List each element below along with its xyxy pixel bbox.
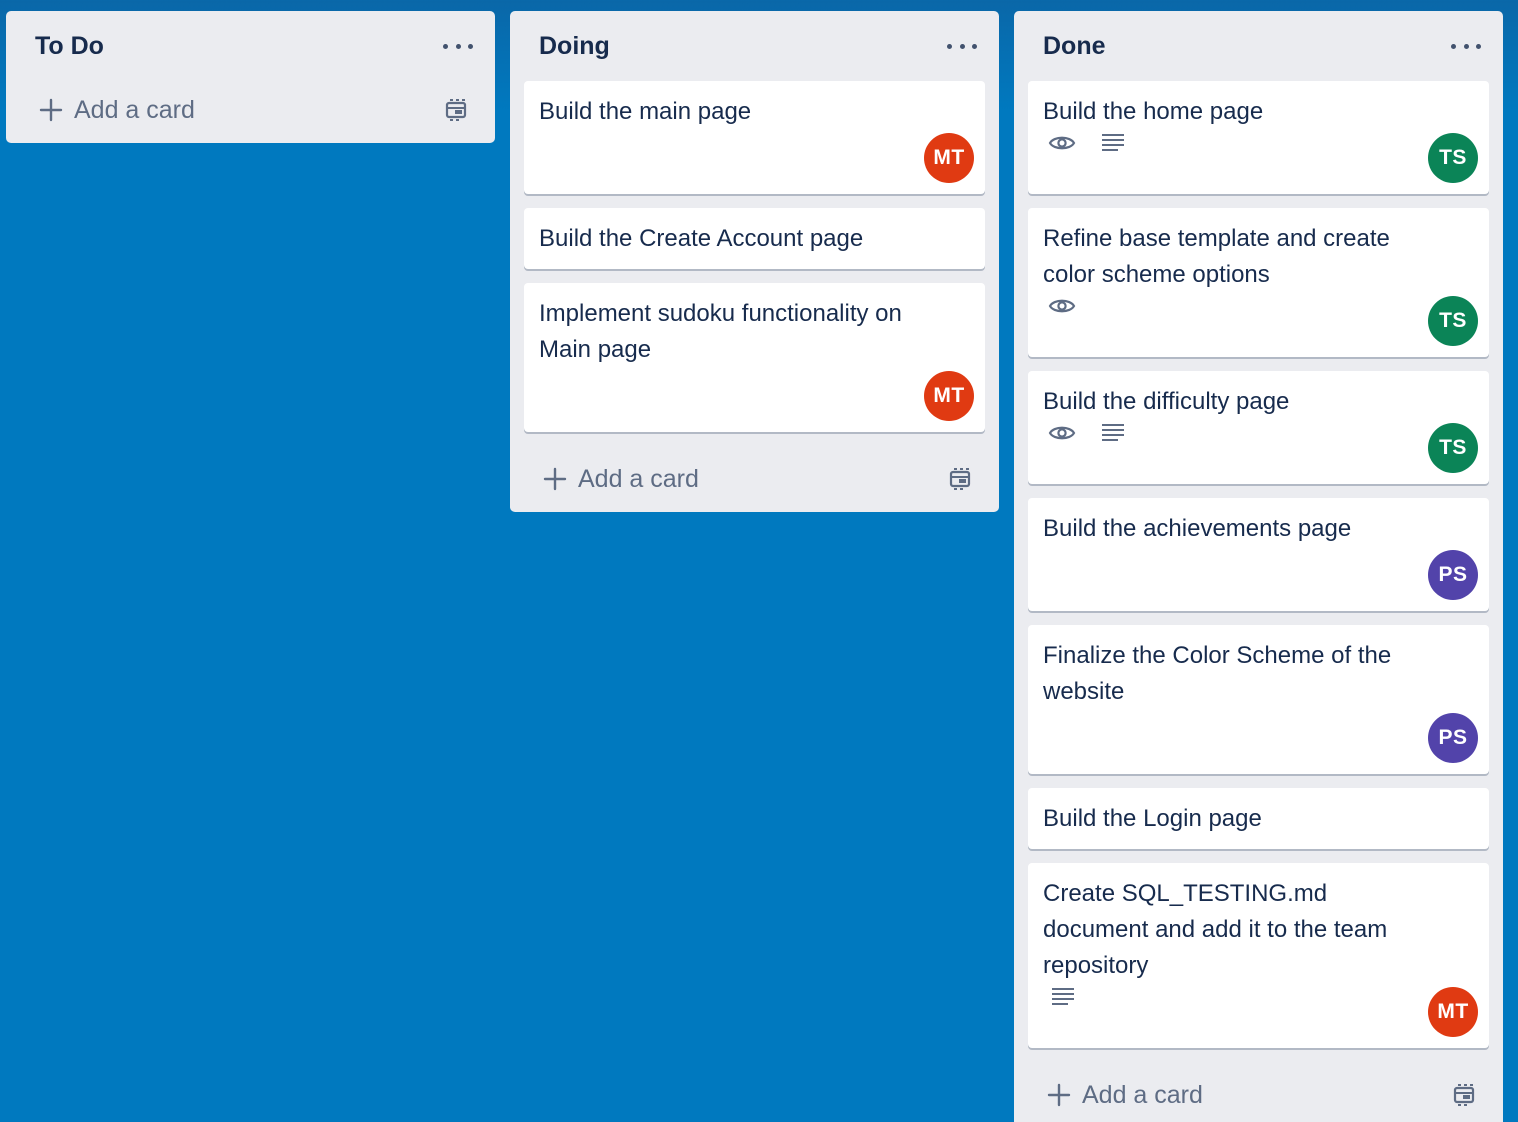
card-list: Build the home page TS Refine base templat… bbox=[1014, 81, 1503, 1048]
card-title: Create SQL_TESTING.md document and add i… bbox=[1043, 880, 1388, 979]
list-doing: Doing Build the main page MT Build the Crea… bbox=[510, 11, 999, 512]
card[interactable]: Build the Create Account page bbox=[524, 208, 985, 269]
list-title[interactable]: To Do bbox=[35, 31, 104, 61]
add-card-label: Add a card bbox=[578, 465, 699, 493]
card-badges bbox=[539, 368, 925, 420]
card-title: Build the Create Account page bbox=[539, 225, 864, 252]
card-title: Finalize the Color Scheme of the website bbox=[1043, 642, 1392, 705]
card-badges bbox=[539, 130, 925, 182]
card[interactable]: Build the main page MT bbox=[524, 81, 985, 194]
list-title[interactable]: Done bbox=[1043, 31, 1106, 61]
eye-icon bbox=[1048, 422, 1076, 444]
card[interactable]: Finalize the Color Scheme of the website… bbox=[1028, 625, 1489, 774]
card-title: Build the main page bbox=[539, 98, 752, 125]
card-list: Build the main page MT Build the Create Ac… bbox=[510, 81, 999, 432]
add-card-button[interactable]: Add a card bbox=[6, 77, 495, 143]
avatar[interactable]: PS bbox=[1428, 713, 1478, 763]
card-template-icon[interactable] bbox=[947, 466, 973, 492]
card-title: Build the Login page bbox=[1043, 805, 1262, 832]
card[interactable]: Build the difficulty page TS bbox=[1028, 371, 1489, 484]
card-badges bbox=[1043, 710, 1429, 762]
card-badges bbox=[1043, 420, 1429, 472]
card[interactable]: Build the home page TS bbox=[1028, 81, 1489, 194]
list-title[interactable]: Doing bbox=[539, 31, 610, 61]
more-horizontal-icon[interactable] bbox=[1451, 33, 1481, 59]
card-template-icon[interactable] bbox=[443, 97, 469, 123]
avatar[interactable]: TS bbox=[1428, 133, 1478, 183]
list-header: To Do bbox=[6, 11, 495, 81]
card[interactable]: Create SQL_TESTING.md document and add i… bbox=[1028, 863, 1489, 1048]
add-card-button[interactable]: Add a card bbox=[510, 446, 999, 512]
card[interactable]: Implement sudoku functionality on Main p… bbox=[524, 283, 985, 432]
plus-icon bbox=[1047, 1083, 1071, 1107]
add-card-label: Add a card bbox=[74, 96, 195, 124]
list-to-do: To Do Add a card bbox=[6, 11, 495, 143]
list-header: Doing bbox=[510, 11, 999, 81]
avatar[interactable]: TS bbox=[1428, 296, 1478, 346]
description-lines-icon bbox=[1099, 422, 1127, 444]
description-lines-icon bbox=[1099, 132, 1127, 154]
card-title: Build the difficulty page bbox=[1043, 388, 1290, 415]
list-header: Done bbox=[1014, 11, 1503, 81]
card[interactable]: Build the Login page bbox=[1028, 788, 1489, 849]
add-card-label: Add a card bbox=[1082, 1081, 1203, 1109]
card-title: Implement sudoku functionality on Main p… bbox=[539, 300, 902, 363]
description-lines-icon bbox=[1049, 986, 1077, 1008]
avatar[interactable]: MT bbox=[1428, 987, 1478, 1037]
more-horizontal-icon[interactable] bbox=[947, 33, 977, 59]
avatar[interactable]: MT bbox=[924, 371, 974, 421]
card-badges bbox=[1043, 293, 1429, 345]
plus-icon bbox=[543, 467, 567, 491]
eye-icon bbox=[1048, 132, 1076, 154]
card-badges bbox=[1043, 547, 1429, 599]
list-done: Done Build the home page TS Refine base tem… bbox=[1014, 11, 1503, 1122]
avatar[interactable]: MT bbox=[924, 133, 974, 183]
card-title: Build the home page bbox=[1043, 98, 1264, 125]
eye-icon bbox=[1048, 295, 1076, 317]
avatar[interactable]: PS bbox=[1428, 550, 1478, 600]
card[interactable]: Build the achievements page PS bbox=[1028, 498, 1489, 611]
card-badges bbox=[1043, 130, 1429, 182]
card-badges bbox=[1043, 984, 1429, 1036]
card[interactable]: Refine base template and create color sc… bbox=[1028, 208, 1489, 357]
add-card-button[interactable]: Add a card bbox=[1014, 1062, 1503, 1122]
plus-icon bbox=[39, 98, 63, 122]
card-template-icon[interactable] bbox=[1451, 1082, 1477, 1108]
card-title: Build the achievements page bbox=[1043, 515, 1352, 542]
avatar[interactable]: TS bbox=[1428, 423, 1478, 473]
more-horizontal-icon[interactable] bbox=[443, 33, 473, 59]
card-title: Refine base template and create color sc… bbox=[1043, 225, 1390, 288]
